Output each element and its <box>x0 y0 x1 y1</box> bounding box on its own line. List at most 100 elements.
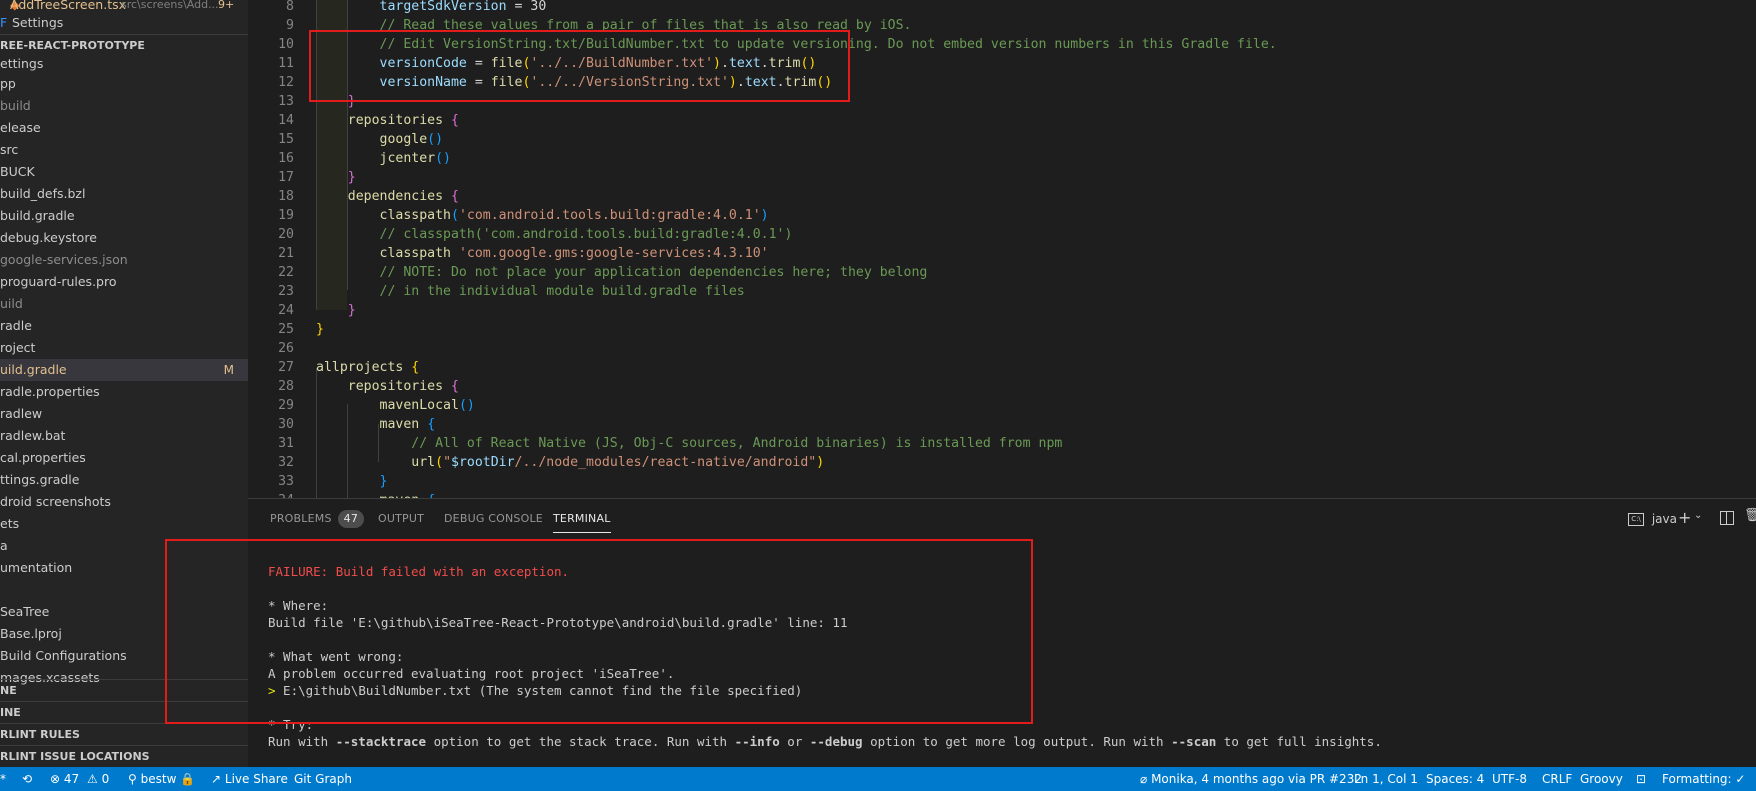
status-bar: * ⟲ ⊗ 47 ⚠ 0 ⚲ bestw 🔒 ↗ Live Share Git … <box>0 767 1756 791</box>
line-number: 15 <box>278 132 294 147</box>
code-line: 33 } <box>248 472 1756 491</box>
file-tree-item[interactable]: build.gradle <box>0 205 248 227</box>
line-code: classpath('com.android.tools.build:gradl… <box>379 208 769 223</box>
file-tree-item[interactable]: cal.properties <box>0 447 248 469</box>
line-number: 14 <box>278 113 294 128</box>
file-tree-item[interactable]: ettings <box>0 53 248 75</box>
line-code: // NOTE: Do not place your application d… <box>379 265 928 280</box>
new-terminal-plus-icon[interactable]: + <box>1678 508 1691 527</box>
code-line: 25} <box>248 320 1756 339</box>
file-tree-item[interactable]: ets <box>0 513 248 535</box>
sidebar-section-2[interactable]: INE <box>0 701 248 724</box>
file-tree-item[interactable]: radlew <box>0 403 248 425</box>
line-number: 31 <box>278 436 294 451</box>
file-tree-item[interactable]: roject <box>0 337 248 359</box>
git-graph-button[interactable]: Git Graph <box>294 767 352 791</box>
file-tree-item[interactable]: build <box>0 95 248 117</box>
code-editor[interactable]: 8 targetSdkVersion = 30 9 // Read these v… <box>248 0 1756 498</box>
trash-icon[interactable]: 🗑 <box>1744 508 1756 523</box>
formatting-status[interactable]: Formatting: ✓ <box>1662 767 1745 791</box>
file-tree-item-label: src <box>0 142 19 157</box>
sidebar-section-1[interactable]: NE <box>0 679 248 702</box>
code-line: 28 repositories { <box>248 377 1756 396</box>
line-code: dependencies { <box>347 189 459 204</box>
file-tree-item-label: ttings.gradle <box>0 472 80 487</box>
code-line: 27 allprojects { <box>248 358 1756 377</box>
file-tree-item[interactable]: uild.gradle M <box>0 359 248 381</box>
line-number: 19 <box>278 208 294 223</box>
file-tree-item[interactable]: a <box>0 535 248 557</box>
file-tree-item[interactable]: radlew.bat <box>0 425 248 447</box>
sync-icon[interactable]: ⟲ <box>22 767 32 791</box>
line-code: // in the individual module build.gradle… <box>379 284 745 299</box>
terminal-line: Build file 'E:\github\iSeaTree-React-Pro… <box>268 615 848 630</box>
file-tree-item[interactable]: Build Configurations <box>0 645 248 667</box>
file-tree-item[interactable]: build_defs.bzl <box>0 183 248 205</box>
code-line: 13 } <box>248 92 1756 111</box>
code-line: 26 <box>248 339 1756 358</box>
feedback-icon[interactable]: ⊡ <box>1636 767 1646 791</box>
line-number: 17 <box>278 170 294 185</box>
encoding-status[interactable]: UTF-8 <box>1492 767 1527 791</box>
file-tree-item[interactable]: debug.keystore <box>0 227 248 249</box>
file-tree-item[interactable]: proguard-rules.pro <box>0 271 248 293</box>
file-tree-item[interactable]: droid screenshots <box>0 491 248 513</box>
file-tree-item[interactable]: ttings.gradle <box>0 469 248 491</box>
file-tree-item[interactable] <box>0 579 248 601</box>
code-line: 16 jcenter() <box>248 149 1756 168</box>
file-tree-item[interactable]: Base.lproj <box>0 623 248 645</box>
tab-problems[interactable]: PROBLEMS 47 <box>270 499 365 539</box>
file-tree-item[interactable]: google-services.json <box>0 249 248 271</box>
file-tree-item[interactable]: radle.properties <box>0 381 248 403</box>
line-code: maven { <box>379 417 436 432</box>
file-tree-item[interactable]: SeaTree <box>0 601 248 623</box>
sidebar-section-3[interactable]: RLINT RULES <box>0 723 248 746</box>
eol-status[interactable]: CRLF <box>1542 767 1572 791</box>
line-code: } <box>347 94 356 109</box>
tab-terminal[interactable]: TERMINAL <box>553 499 611 539</box>
code-line: 22 // NOTE: Do not place your applicatio… <box>248 263 1756 282</box>
live-share-button[interactable]: ↗ Live Share <box>211 767 288 791</box>
line-code: versionName = file('../../VersionString.… <box>379 75 833 90</box>
line-number: 12 <box>278 75 294 90</box>
branch-status[interactable]: ⚲ bestw 🔒 <box>128 767 195 791</box>
file-tree-item-label: debug.keystore <box>0 230 97 245</box>
tab-debug-console[interactable]: DEBUG CONSOLE <box>444 499 543 539</box>
remote-icon[interactable]: * <box>0 767 6 791</box>
file-tree-item-label: uild.gradle <box>0 362 67 377</box>
line-number: 33 <box>278 474 294 489</box>
line-code: versionCode = file('../../BuildNumber.tx… <box>379 56 817 71</box>
code-line: 17 } <box>248 168 1756 187</box>
line-number: 8 <box>286 0 294 14</box>
terminal-line: > E:\github\BuildNumber.txt (The system … <box>268 683 803 698</box>
code-line: 24 } <box>248 301 1756 320</box>
terminal-selector[interactable]: C:\ java <box>1628 510 1677 528</box>
language-mode[interactable]: Groovy <box>1580 767 1623 791</box>
split-terminal-icon[interactable] <box>1720 511 1734 525</box>
code-line: 14 repositories { <box>248 111 1756 130</box>
chevron-down-icon[interactable]: ⌄ <box>1694 510 1702 521</box>
file-tree-item[interactable]: BUCK <box>0 161 248 183</box>
open-editor-settings[interactable]: F Settings <box>0 12 248 34</box>
file-tree-item-label: radle.properties <box>0 384 100 399</box>
file-tree-item[interactable]: umentation <box>0 557 248 579</box>
line-number: 28 <box>278 379 294 394</box>
file-tree-item-label: pp <box>0 76 16 91</box>
sidebar-section-4[interactable]: RLINT ISSUE LOCATIONS <box>0 745 248 767</box>
terminal-line: * Try: <box>268 717 314 732</box>
file-tree-item[interactable]: src <box>0 139 248 161</box>
line-code: allprojects { <box>316 360 420 375</box>
code-line: 30 maven { <box>248 415 1756 434</box>
indentation-status[interactable]: Spaces: 4 <box>1426 767 1484 791</box>
file-tree-item[interactable]: elease <box>0 117 248 139</box>
file-tree-item-label: google-services.json <box>0 252 128 267</box>
file-tree-item-label: roject <box>0 340 36 355</box>
cursor-position[interactable]: Ln 1, Col 1 <box>1354 767 1418 791</box>
problems-status[interactable]: ⊗ 47 ⚠ 0 <box>50 767 109 791</box>
file-tree-item[interactable]: pp <box>0 73 248 95</box>
code-line: 23 // in the individual module build.gra… <box>248 282 1756 301</box>
file-tree-item[interactable]: uild <box>0 293 248 315</box>
file-tree-item[interactable]: radle <box>0 315 248 337</box>
git-blame-status[interactable]: ⌀ Monika, 4 months ago via PR #232 <box>1140 767 1362 791</box>
tab-output[interactable]: OUTPUT <box>378 499 424 539</box>
